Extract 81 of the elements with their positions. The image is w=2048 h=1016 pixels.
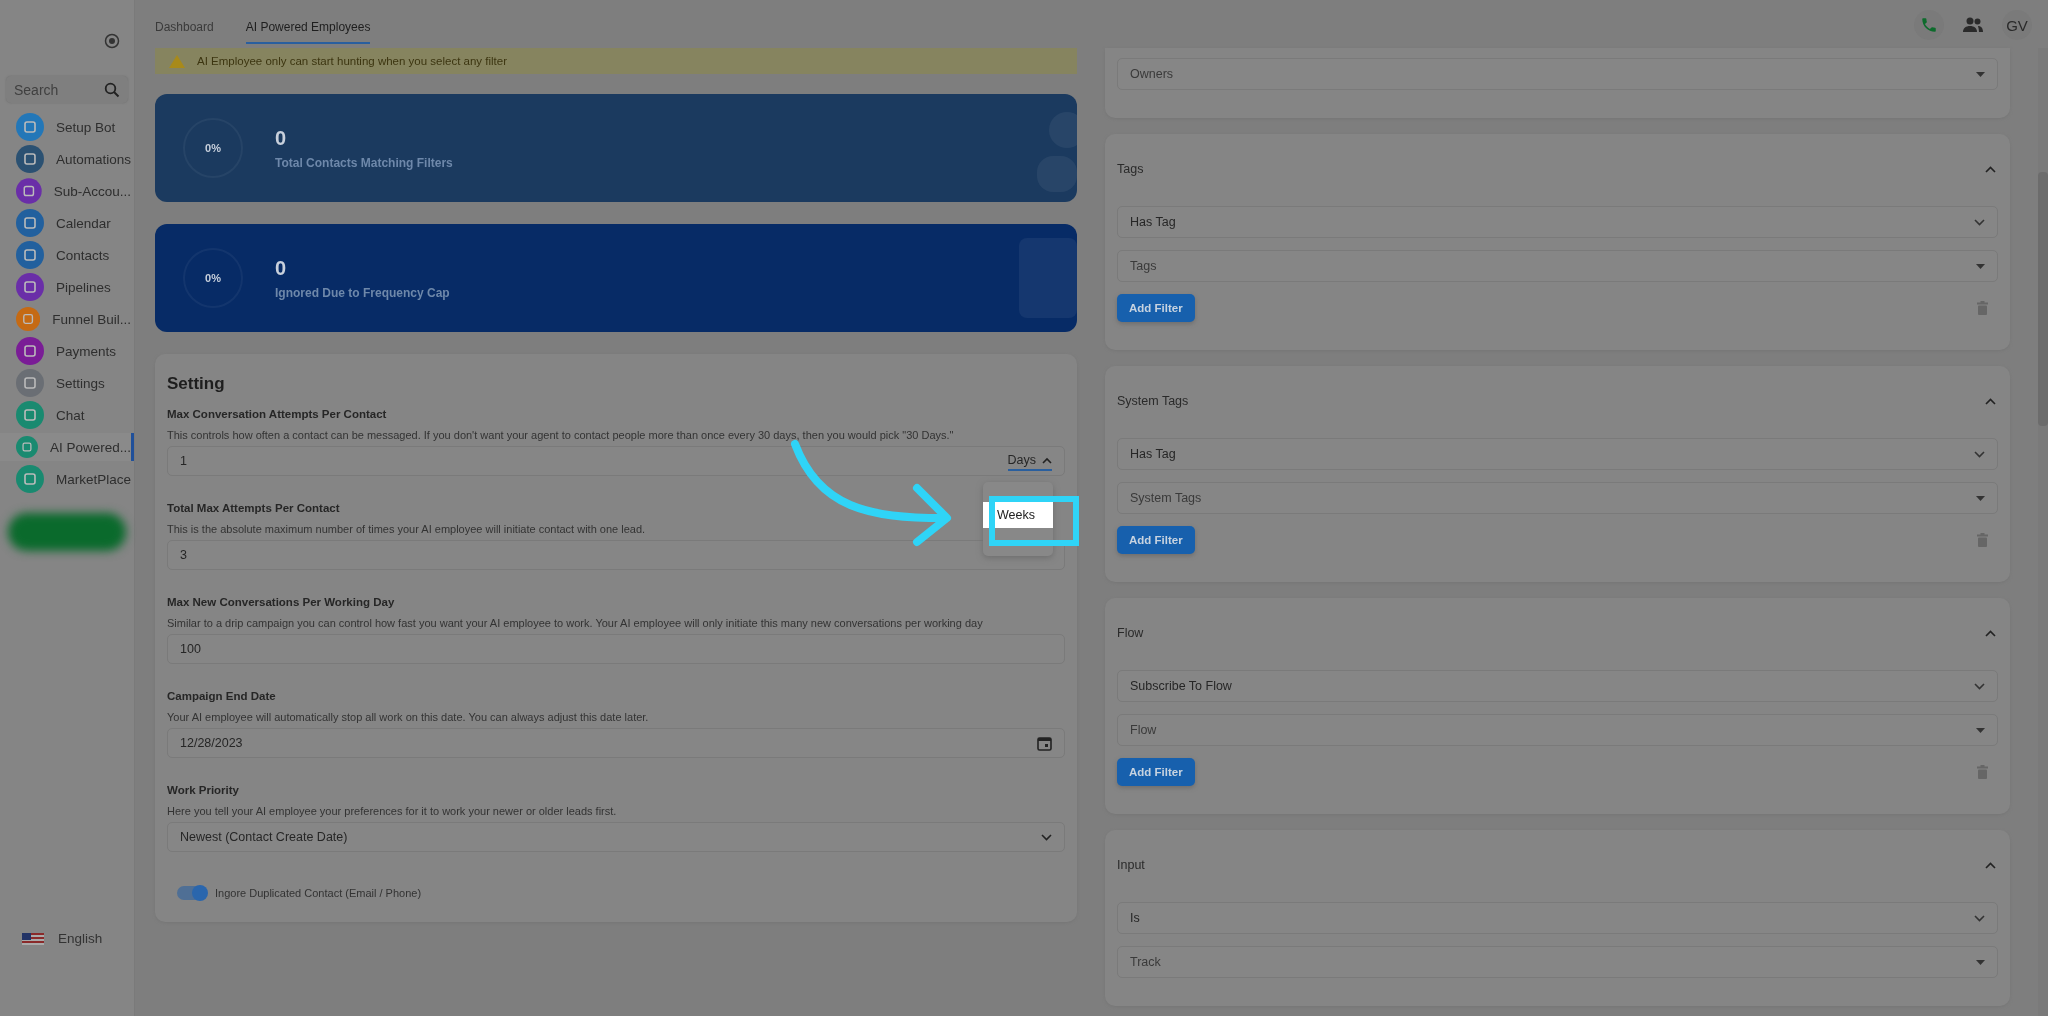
sidebar-item[interactable]: Calendar (0, 209, 134, 237)
filter-title: Tags (1117, 162, 1144, 176)
number-field[interactable]: 100 (167, 634, 1065, 664)
section-title: Setting (167, 374, 226, 394)
user-avatar[interactable]: GV (2002, 10, 2032, 40)
chevron-up-icon[interactable] (1985, 861, 1996, 869)
stat-label: Ignored Due to Frequency Cap (275, 285, 450, 300)
people-icon[interactable] (1962, 16, 1984, 34)
tab[interactable]: Dashboard (155, 20, 214, 44)
sidebar-item[interactable]: Pipelines (0, 273, 134, 301)
filter-title: Input (1117, 858, 1145, 872)
flag-icon (22, 932, 44, 945)
select-field[interactable]: Flow (1117, 714, 1998, 746)
search-icon[interactable] (104, 82, 120, 98)
search-field[interactable]: Search (6, 76, 128, 103)
field-label: Total Max Attempts Per Contact (167, 502, 340, 514)
add-filter-button[interactable]: Add Filter (1117, 526, 1195, 554)
sidebar-item[interactable]: Payments (0, 337, 134, 365)
select-field[interactable]: Is (1117, 902, 1998, 934)
sidebar-item[interactable]: Automations (0, 145, 134, 173)
select-field[interactable]: Owners (1117, 58, 1998, 90)
chevron-down-icon (1974, 450, 1985, 458)
caret-icon (1976, 495, 1985, 501)
chevron-down-icon (1974, 914, 1985, 922)
progress-ring: 0% (183, 118, 243, 178)
select-field[interactable]: Newest (Contact Create Date) (167, 822, 1065, 852)
select-field[interactable]: Has Tag (1117, 206, 1998, 238)
select-field[interactable]: Tags (1117, 250, 1998, 282)
sidebar-item[interactable]: AI Powered... (0, 433, 134, 461)
stat-value: 0 (275, 126, 288, 150)
select-field[interactable]: Subscribe To Flow (1117, 670, 1998, 702)
sidebar-item[interactable]: Settings (0, 369, 134, 397)
chevron-up-icon[interactable] (1985, 629, 1996, 637)
date-field[interactable]: 12/28/2023 (167, 728, 1065, 758)
sidebar-item[interactable]: Setup Bot (0, 113, 134, 141)
warning-icon (169, 54, 185, 68)
chevron-up-icon[interactable] (1985, 397, 1996, 405)
select-field[interactable]: Track (1117, 946, 1998, 978)
field-description: Here you tell your AI employee your preferences for it to work your newer or older leads first. (167, 805, 617, 817)
menu-option[interactable]: Weeks (983, 502, 1053, 528)
stat-label: Total Contacts Matching Filters (275, 155, 453, 170)
sidebar-item[interactable]: Contacts (0, 241, 134, 269)
add-filter-button[interactable]: Add Filter (1117, 294, 1195, 322)
tab[interactable]: AI Powered Employees (245, 20, 371, 44)
select-field[interactable]: Has Tag (1117, 438, 1998, 470)
caret-icon (1976, 727, 1985, 733)
filter-title: Flow (1117, 626, 1144, 640)
number-field[interactable]: 1 Days (167, 446, 1065, 476)
caret-icon (1976, 263, 1985, 269)
field-label: Max New Conversations Per Working Day (167, 596, 395, 608)
field-description: Your AI employee will automatically stop all work on this date. You can always adjust this date later. (167, 711, 649, 723)
field-label: Campaign End Date (167, 690, 276, 702)
field-label: Max Conversation Attempts Per Contact (167, 408, 387, 420)
warning-text: AI Employee only can start hunting when you select any filter (197, 55, 508, 67)
number-field[interactable]: 3 (167, 540, 1065, 570)
toggle-switch[interactable] (177, 886, 207, 900)
language-label[interactable]: English (58, 931, 103, 946)
field-description: Similar to a drip campaign you can control how fast you want your AI employee to work. Your AI employee will only initiate this many new conversations per working day (167, 617, 983, 629)
chevron-down-icon (1974, 682, 1985, 690)
field-description: This is the absolute maximum number of times your AI employee will initiate contact with one lead. (167, 523, 646, 535)
select-field[interactable]: System Tags (1117, 482, 1998, 514)
filter-title: System Tags (1117, 394, 1189, 408)
unit-dropdown[interactable]: Days (1007, 451, 1052, 471)
sidebar-item[interactable]: Sub-Accou... (0, 177, 134, 205)
chevron-up-icon (1042, 456, 1052, 464)
sidebar-item[interactable]: Chat (0, 401, 134, 429)
radio-icon[interactable] (104, 33, 120, 49)
toggle-label: Ingore Duplicated Contact (Email / Phone) (215, 887, 422, 899)
calendar-icon[interactable] (1037, 735, 1052, 751)
chevron-down-icon (1041, 833, 1052, 841)
caret-icon (1976, 71, 1985, 77)
chevron-down-icon (1974, 218, 1985, 226)
field-label: Work Priority (167, 784, 239, 796)
sidebar-item[interactable]: MarketPlace (0, 465, 134, 493)
add-filter-button[interactable]: Add Filter (1117, 758, 1195, 786)
field-description: This controls how often a contact can be messaged. If you don't want your agent to contact people more than once every 30 days, then you would pick "30 Days." (167, 429, 954, 441)
sidebar-item[interactable]: Funnel Buil... (0, 305, 134, 333)
chevron-up-icon[interactable] (1985, 165, 1996, 173)
stat-value: 0 (275, 256, 288, 280)
progress-ring: 0% (183, 248, 243, 308)
caret-icon (1976, 959, 1985, 965)
